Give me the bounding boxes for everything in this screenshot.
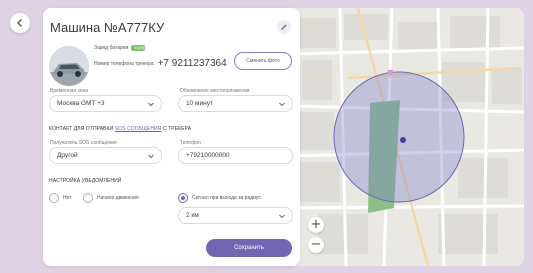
- battery-icon: 100%: [131, 45, 146, 51]
- notify-movement-label: Начало движения: [97, 195, 139, 201]
- timezone-select[interactable]: Москва GMT +3: [49, 95, 162, 112]
- sos-title-prefix: КОНТАКТ ДЛЯ ОТПРАВКИ: [49, 126, 115, 132]
- timezone-label: Временная зона: [50, 88, 89, 94]
- update-label: Обновление местоположения: [180, 88, 250, 94]
- save-button[interactable]: Сохранить: [206, 239, 292, 257]
- sos-recipient-label: Получатель SOS сообщения: [50, 140, 117, 146]
- sos-phone-label: Телефон: [180, 140, 201, 146]
- sos-section-title: КОНТАКТ ДЛЯ ОТПРАВКИ SOS СООБЩЕНИЯ С ТРЕ…: [49, 126, 191, 132]
- tracker-phone-number: +7 9211237364: [157, 58, 227, 69]
- notify-none-label: Нет: [63, 195, 72, 201]
- notifications-section-title: НАСТРОЙКА УВЕДОМЛЕНИЙ: [49, 178, 122, 184]
- car-image: [49, 46, 89, 86]
- radio-movement[interactable]: [83, 193, 93, 203]
- map[interactable]: + −: [288, 8, 524, 266]
- tracker-phone: Номер телефона трекера +7 9211237364: [94, 58, 227, 69]
- chevron-down-icon: [279, 102, 285, 107]
- chevron-down-icon: [148, 102, 154, 107]
- notify-radius-label: Сигнал при выходе за радиус: [192, 195, 261, 201]
- update-interval-select[interactable]: 10 минут: [178, 95, 293, 112]
- pencil-icon: [281, 24, 287, 30]
- notify-radius-option[interactable]: Сигнал при выходе за радиус: [178, 193, 261, 203]
- battery-status: Заряд батареи 100%: [94, 45, 146, 51]
- radio-radius[interactable]: [178, 193, 188, 203]
- change-photo-button[interactable]: Сменить фото: [234, 52, 292, 70]
- zoom-out-button[interactable]: −: [308, 237, 324, 253]
- chevron-down-icon: [148, 154, 154, 159]
- page-title: Машина №А777КУ: [50, 20, 165, 35]
- timezone-value: Москва GMT +3: [57, 100, 105, 107]
- sos-recipient-value: Другой: [57, 152, 78, 159]
- car-settings-panel: Машина №А777КУ Заряд батареи 100% Номер …: [43, 8, 300, 266]
- sos-title-suffix: С ТРЕКЕРА: [161, 126, 192, 132]
- battery-value: 100%: [134, 45, 145, 50]
- zoom-in-button[interactable]: +: [308, 217, 324, 233]
- car-photo: [49, 46, 89, 86]
- battery-label: Заряд батареи: [94, 45, 129, 51]
- edit-title-button[interactable]: [277, 20, 291, 34]
- sos-messages-link[interactable]: SOS СООБЩЕНИЯ: [115, 126, 162, 132]
- sos-recipient-select[interactable]: Другой: [49, 147, 162, 164]
- sos-phone-value: +79210000000: [186, 152, 230, 159]
- chevron-down-icon: [279, 214, 285, 219]
- radius-select[interactable]: 2 км: [178, 207, 293, 224]
- back-button[interactable]: [10, 13, 30, 33]
- chevron-left-icon: [17, 19, 22, 27]
- radio-none[interactable]: [49, 193, 59, 203]
- radius-value: 2 км: [186, 212, 199, 219]
- update-value: 10 минут: [186, 100, 213, 107]
- notify-none-option[interactable]: Нет: [49, 193, 72, 203]
- sos-phone-input[interactable]: +79210000000: [178, 147, 293, 164]
- tracker-phone-label: Номер телефона трекера: [94, 60, 154, 67]
- notify-movement-option[interactable]: Начало движения: [83, 193, 139, 203]
